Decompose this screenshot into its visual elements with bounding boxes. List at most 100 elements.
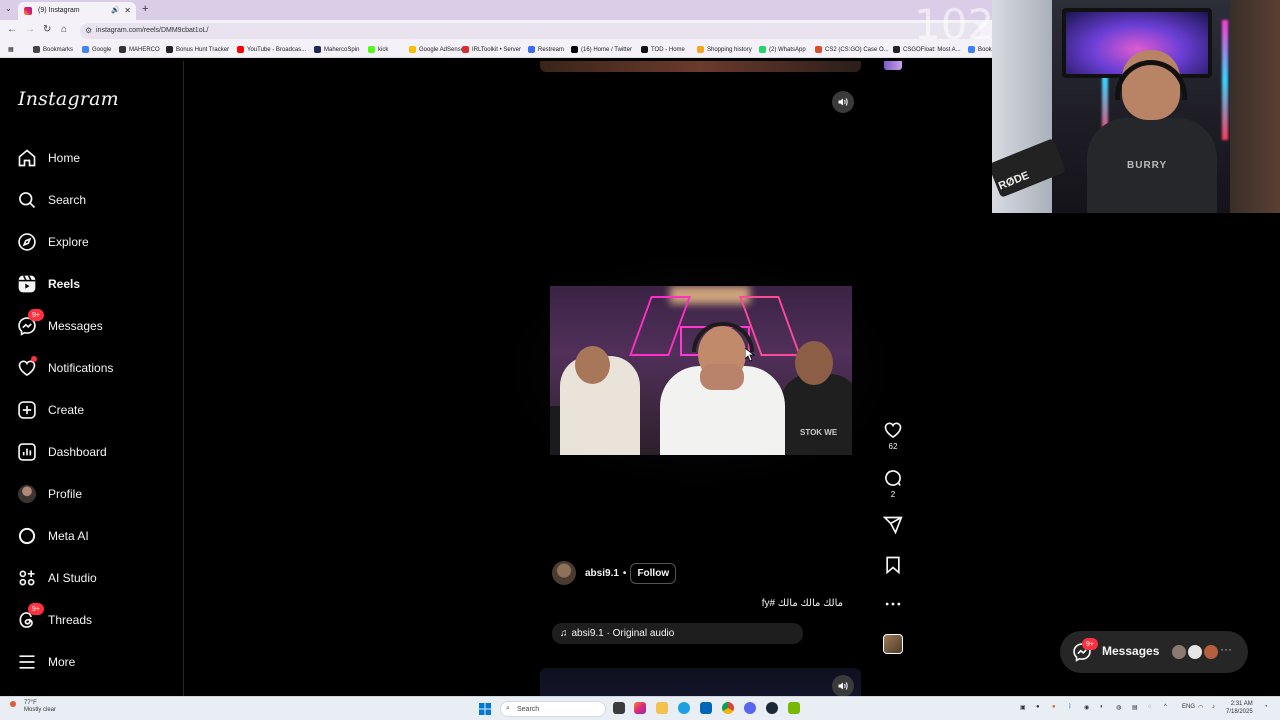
weather-widget[interactable]: 77°F Mostly clear	[10, 700, 56, 714]
taskbar-search[interactable]: ⌕ Search	[500, 701, 606, 717]
previous-reel-thumbnail[interactable]	[540, 61, 861, 72]
previous-reel-audio-thumbnail[interactable]	[884, 61, 902, 70]
file-explorer-icon[interactable]	[656, 702, 668, 714]
notification-bell-icon[interactable]: ◔	[1264, 704, 1268, 710]
sidebar-item-reels[interactable]: Reels	[16, 269, 176, 299]
bookmark-item[interactable]: Google AdSense	[409, 46, 464, 53]
reel-audio-label: absi9.1 · Original audio	[571, 628, 675, 639]
tray-icon[interactable]: ◉	[1084, 704, 1089, 711]
messenger-icon: 9+	[16, 309, 44, 337]
tray-icon[interactable]: ◌	[1148, 704, 1152, 710]
more-options-action[interactable]	[881, 594, 905, 614]
reel-audio-link[interactable]: ♫ absi9.1 · Original audio	[552, 623, 803, 644]
new-tab-button[interactable]: +	[142, 3, 148, 15]
bookmark-item[interactable]: MAHERCO	[119, 46, 160, 53]
bookmark-item[interactable]: IRLToolkit • Server	[462, 46, 521, 53]
tab-search-icon[interactable]: ⌄	[5, 4, 12, 13]
sidebar-item-messages[interactable]: 9+ Messages	[16, 309, 176, 341]
sidebar-item-notifications[interactable]: Notifications	[16, 353, 176, 383]
like-count: 62	[888, 442, 898, 451]
apps-icon[interactable]: ▦	[8, 46, 14, 53]
share-action[interactable]	[881, 515, 905, 535]
reel-username[interactable]: absi9.1	[585, 568, 619, 579]
instagram-logo[interactable]: Instagram	[18, 88, 119, 110]
avatar[interactable]	[552, 561, 576, 585]
reel-caption[interactable]: مالك مالك مالك #fy	[600, 598, 843, 609]
messages-pill[interactable]: 9+ Messages ···	[1060, 631, 1248, 673]
tray-icon[interactable]: ◐	[1100, 704, 1104, 710]
tray-icon[interactable]: ●	[1036, 704, 1040, 710]
address-bar[interactable]: ⚙ instagram.com/reels/DMM9cbat1oL/	[80, 23, 980, 39]
next-reel-preview[interactable]	[540, 668, 861, 696]
windows-start-icon[interactable]	[479, 703, 491, 715]
bookmark-label: MahercoSpin	[324, 46, 360, 53]
sidebar-item-threads[interactable]: 9+ Threads	[16, 603, 176, 635]
site-info-icon[interactable]: ⚙	[85, 26, 92, 35]
sidebar-item-dashboard[interactable]: Dashboard	[16, 437, 176, 467]
sidebar-item-home[interactable]: Home	[16, 143, 176, 173]
save-action[interactable]	[881, 555, 905, 575]
store-icon[interactable]	[700, 702, 712, 714]
volume-icon[interactable]	[832, 91, 854, 113]
follow-button[interactable]: Follow	[630, 562, 677, 584]
tray-icon[interactable]: ◍	[1116, 704, 1121, 711]
nvidia-icon[interactable]	[788, 702, 800, 714]
messages-more-icon[interactable]: ···	[1220, 642, 1232, 656]
bookmark-item[interactable]: (16) Home / Twitter	[571, 46, 632, 53]
chrome-icon[interactable]	[722, 702, 734, 714]
speaker-icon[interactable]: ♪	[1212, 704, 1215, 710]
volume-icon[interactable]	[832, 675, 854, 697]
bookmark-item[interactable]: Google	[82, 46, 111, 53]
bookmark-item[interactable]: TOD - Home	[641, 46, 685, 53]
back-icon[interactable]: ←	[7, 24, 17, 35]
comment-action[interactable]: 2	[881, 468, 905, 499]
browser-tab[interactable]: (9) Instagram 🔊 ✕	[18, 2, 136, 20]
sidebar-item-explore[interactable]: Explore	[16, 227, 176, 257]
bookmark-item[interactable]: (2) WhatsApp	[759, 46, 806, 53]
task-view-icon[interactable]	[613, 702, 625, 714]
more-options-icon[interactable]	[883, 594, 903, 614]
copilot-icon[interactable]	[634, 702, 646, 714]
share-icon[interactable]	[883, 515, 903, 535]
wifi-icon[interactable]: ◠	[1198, 704, 1203, 711]
tray-icon[interactable]: ▣	[1020, 704, 1026, 711]
bookmark-label: Google AdSense	[419, 46, 465, 53]
language-indicator[interactable]: ENG	[1182, 704, 1195, 710]
edge-icon[interactable]	[678, 702, 690, 714]
sidebar-item-profile[interactable]: Profile	[16, 479, 176, 509]
heart-icon[interactable]	[883, 420, 903, 440]
home-icon[interactable]: ⌂	[61, 24, 67, 35]
bluetooth-icon[interactable]: ᛒ	[1068, 704, 1072, 710]
reload-icon[interactable]: ↻	[43, 24, 51, 35]
webcam-shirt-text: BURRY	[1127, 160, 1168, 171]
bookmark-item[interactable]: Bonus Hunt Tracker	[166, 46, 229, 53]
steam-icon[interactable]	[766, 702, 778, 714]
audio-thumbnail[interactable]	[883, 634, 903, 654]
bookmark-item[interactable]: MahercoSpin	[314, 46, 359, 53]
bookmark-item[interactable]: Bookmarks	[33, 46, 73, 53]
sidebar-item-meta-ai[interactable]: Meta AI	[16, 521, 176, 551]
bookmark-item[interactable]: Shopping history	[697, 46, 752, 53]
tray-icon[interactable]: ●	[1052, 704, 1056, 710]
sidebar-item-create[interactable]: Create	[16, 395, 176, 425]
discord-icon[interactable]	[744, 702, 756, 714]
hamburger-icon	[16, 651, 38, 673]
bookmark-item[interactable]: CS2 (CS:GO) Case O...	[815, 46, 889, 53]
bookmark-favicon-icon	[697, 46, 704, 53]
tab-close-icon[interactable]: ✕	[124, 6, 131, 15]
tray-icon[interactable]: ▤	[1132, 704, 1138, 711]
sidebar-item-search[interactable]: Search	[16, 185, 176, 215]
forward-icon[interactable]: →	[25, 24, 35, 35]
taskbar-clock[interactable]: 2:31 AM 7/18/2025	[1226, 700, 1253, 716]
like-action[interactable]: 62	[881, 420, 905, 451]
sidebar-item-ai-studio[interactable]: AI Studio	[16, 563, 176, 593]
tab-audio-icon[interactable]: 🔊	[111, 6, 120, 14]
comment-icon[interactable]	[883, 468, 903, 488]
bookmark-item[interactable]: Restream	[528, 46, 564, 53]
chevron-up-icon[interactable]: ^	[1164, 704, 1167, 710]
bookmark-item[interactable]: YouTube - Broadcas...	[237, 46, 306, 53]
bookmark-icon[interactable]	[883, 555, 903, 575]
reel-video[interactable]: STOK WE	[550, 286, 852, 455]
sidebar-item-more[interactable]: More	[16, 647, 176, 677]
bookmark-item[interactable]: kick	[368, 46, 388, 53]
